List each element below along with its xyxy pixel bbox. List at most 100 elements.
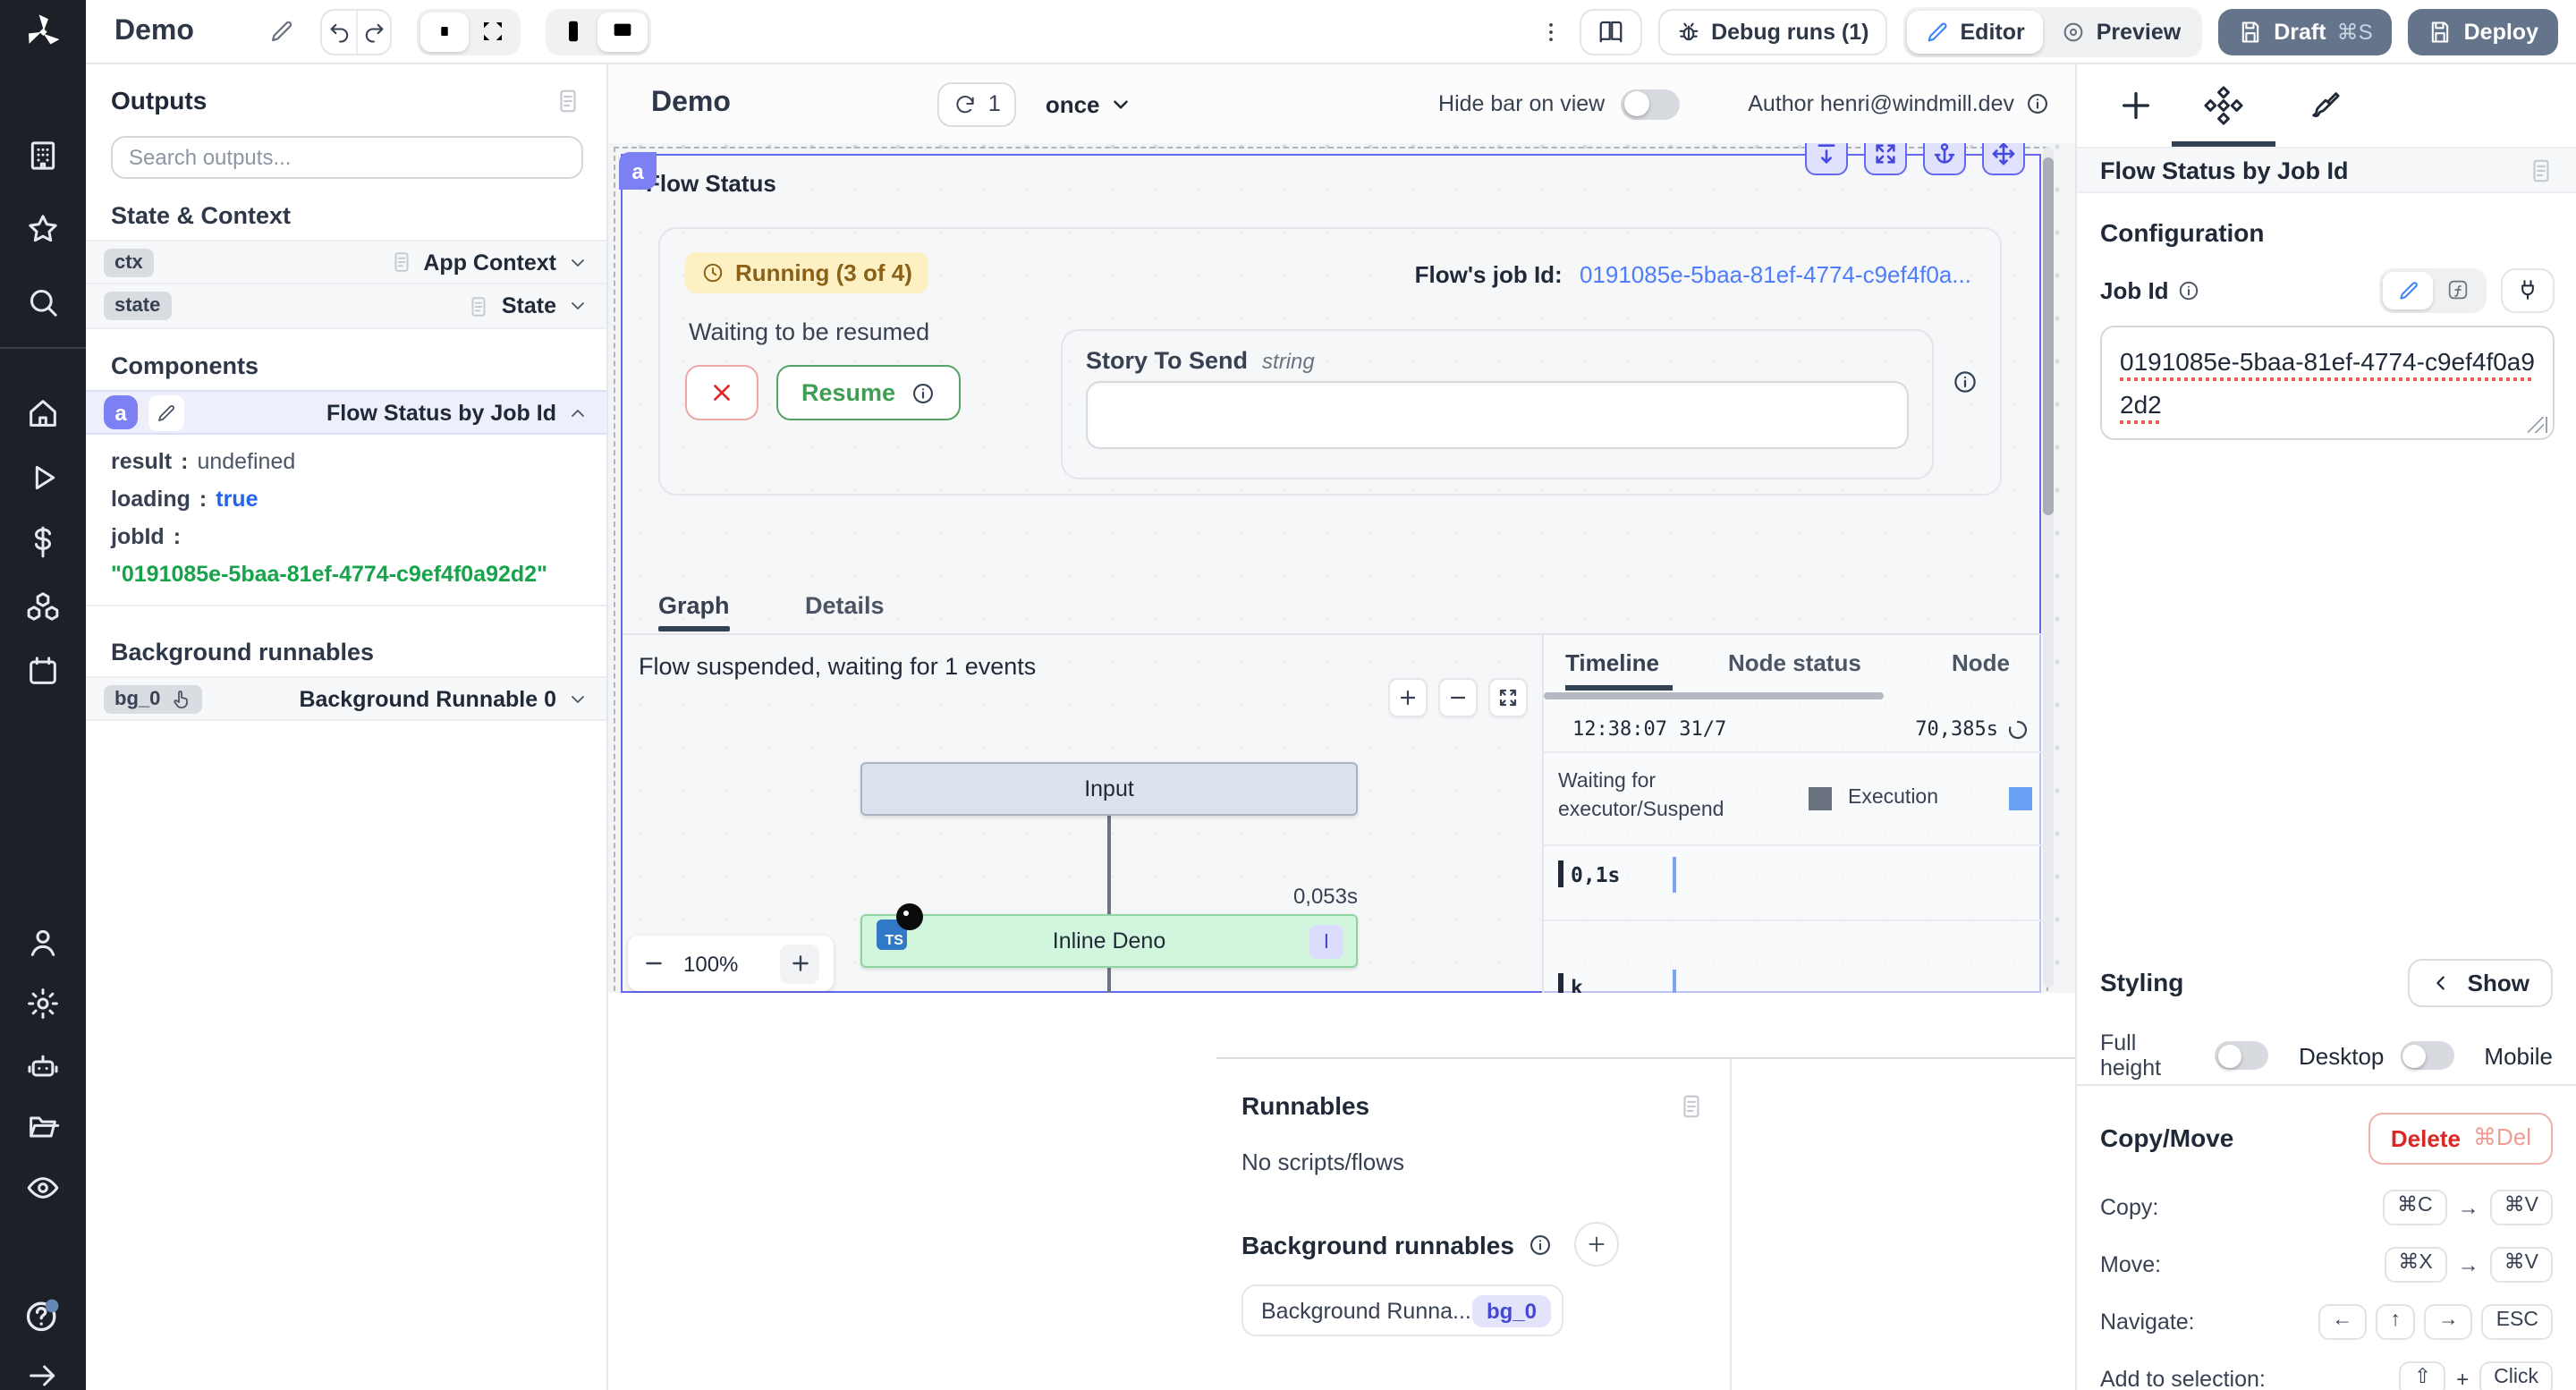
insert-component-tab-icon[interactable] [2116,86,2156,125]
fit-view-icon[interactable] [1488,678,1528,717]
tab-timeline[interactable]: Timeline [1565,649,1659,676]
component-title: Flow Status [646,170,776,197]
job-id-input[interactable]: 0191085e-5baa-81ef-4774-c9ef4f0a92d2 [2100,326,2555,440]
info-icon[interactable] [2178,278,2201,301]
insert-below-icon[interactable] [1805,143,1848,175]
zoom-in-icon[interactable] [1388,678,1428,717]
windmill-logo[interactable] [0,0,86,64]
docs-button[interactable] [1579,8,1641,55]
chevron-down-icon[interactable] [567,295,589,317]
function-input-mode-icon[interactable] [2433,271,2483,309]
folders-icon[interactable] [23,1107,63,1147]
zoom-out-icon[interactable] [1438,678,1478,717]
refresh-button[interactable]: 1 [938,81,1017,126]
tab-details[interactable]: Details [805,592,885,619]
redo-button[interactable] [357,10,391,53]
styling-tab-icon[interactable] [2306,86,2345,125]
building-icon[interactable] [23,136,63,175]
info-icon[interactable] [1952,369,1979,395]
static-input-mode-icon[interactable] [2383,271,2433,309]
workers-robot-icon[interactable] [23,1047,63,1086]
move-component-icon[interactable] [1982,143,2025,175]
canvas-grid[interactable]: a Flow Status [608,143,2075,993]
graph-node-input[interactable]: Input [860,762,1358,816]
scrollbar-thumb[interactable] [2043,157,2054,515]
editor-tab[interactable]: Editor [1907,10,2043,53]
info-icon[interactable] [1529,1232,1554,1257]
prop-result-key[interactable]: result [111,449,172,474]
hide-bar-toggle[interactable] [1621,89,1680,119]
variables-dollar-icon[interactable] [23,522,63,562]
tab-graph[interactable]: Graph [658,592,730,619]
deploy-button[interactable]: Deploy [2409,8,2558,55]
chevron-down-icon[interactable] [567,251,589,273]
pointer-hand-icon [169,688,191,709]
tab-node[interactable]: Node [1952,649,2010,676]
graph-node-inline-deno[interactable]: TS Inline Deno I [860,914,1358,968]
debug-runs-button[interactable]: Debug runs (1) [1657,8,1886,55]
user-icon[interactable] [23,923,63,962]
tab-node-status[interactable]: Node status [1728,649,1861,676]
settings-gear-icon[interactable] [23,984,63,1023]
cancel-button[interactable] [685,365,758,420]
rename-component-icon[interactable] [148,394,184,430]
desktop-view-button[interactable] [598,12,648,51]
full-height-toggle[interactable] [2215,1041,2268,1070]
prop-jobid-key[interactable]: jobId [111,524,165,549]
flow-graph[interactable]: Flow suspended, waiting for 1 events Inp… [623,635,1542,993]
zoom-out-icon[interactable] [642,952,665,975]
chevron-down-icon[interactable] [567,688,589,709]
anchor-icon[interactable] [1923,143,1966,175]
resources-cubes-icon[interactable] [23,587,63,626]
undo-button[interactable] [323,10,357,53]
mobile-view-button[interactable] [550,12,598,51]
timeline-row-duration: k [1571,975,1583,993]
prop-jobid-value[interactable]: "0191085e-5baa-81ef-4774-c9ef4f0a92d2" [111,562,547,587]
desktop-toggle[interactable] [2400,1041,2453,1070]
expand-component-icon[interactable] [1864,143,1907,175]
horizontal-scrollbar[interactable] [1544,692,1884,699]
schedule-select[interactable]: once [1046,90,1132,117]
ctx-row[interactable]: ctx App Context [86,240,606,284]
delete-component-button[interactable]: Delete ⌘Del [2369,1112,2553,1164]
schedules-calendar-icon[interactable] [23,651,63,691]
connect-plug-icon[interactable] [2501,267,2555,312]
inspector-component-title: Flow Status by Job Id [2100,157,2349,183]
edit-title-icon[interactable] [269,18,296,45]
story-textarea[interactable] [1086,381,1909,449]
full-width-layout-button[interactable] [470,12,518,51]
outputs-log-icon[interactable] [555,87,581,114]
search-icon[interactable] [23,283,63,322]
star-icon[interactable] [23,209,63,249]
prop-result-value[interactable]: undefined [197,449,295,474]
component-row-a[interactable]: a Flow Status by Job Id [86,390,606,435]
state-row[interactable]: state State [86,284,606,329]
resume-button[interactable]: Resume [776,365,960,420]
audit-eye-icon[interactable] [23,1168,63,1208]
canvas-vertical-scrollbar[interactable] [2043,147,2054,987]
component-settings-tab-icon[interactable] [2204,86,2243,125]
preview-tab[interactable]: Preview [2043,10,2199,53]
runnables-log-icon[interactable] [1678,1092,1705,1119]
search-outputs-input[interactable] [111,136,583,179]
runs-play-icon[interactable] [23,458,63,497]
inspector-log-icon[interactable] [2528,157,2555,183]
draft-button[interactable]: Draft ⌘S [2218,8,2392,55]
zoom-in-icon[interactable] [780,944,819,983]
centered-layout-button[interactable] [421,12,470,51]
info-icon[interactable] [2025,91,2050,116]
help-icon[interactable] [23,1295,63,1335]
prop-loading-value[interactable]: true [216,487,258,512]
home-icon[interactable] [23,394,63,433]
add-bg-runnable-button[interactable] [1575,1222,1620,1267]
prop-loading-key[interactable]: loading [111,487,191,512]
bg-runnable-item[interactable]: Background Runna... bg_0 [1241,1284,1563,1336]
bg-runnable-row[interactable]: bg_0 Background Runnable 0 [86,676,606,721]
expand-sidebar-icon[interactable] [23,1356,63,1390]
kebab-menu-icon[interactable] [1538,19,1563,44]
show-styling-button[interactable]: Show [2409,958,2553,1006]
resize-handle[interactable] [2531,417,2547,433]
flow-job-id-link[interactable]: 0191085e-5baa-81ef-4774-c9ef4f0a... [1580,261,1971,288]
flow-status-component[interactable]: a Flow Status [621,154,2041,993]
chevron-up-icon[interactable] [567,402,589,423]
